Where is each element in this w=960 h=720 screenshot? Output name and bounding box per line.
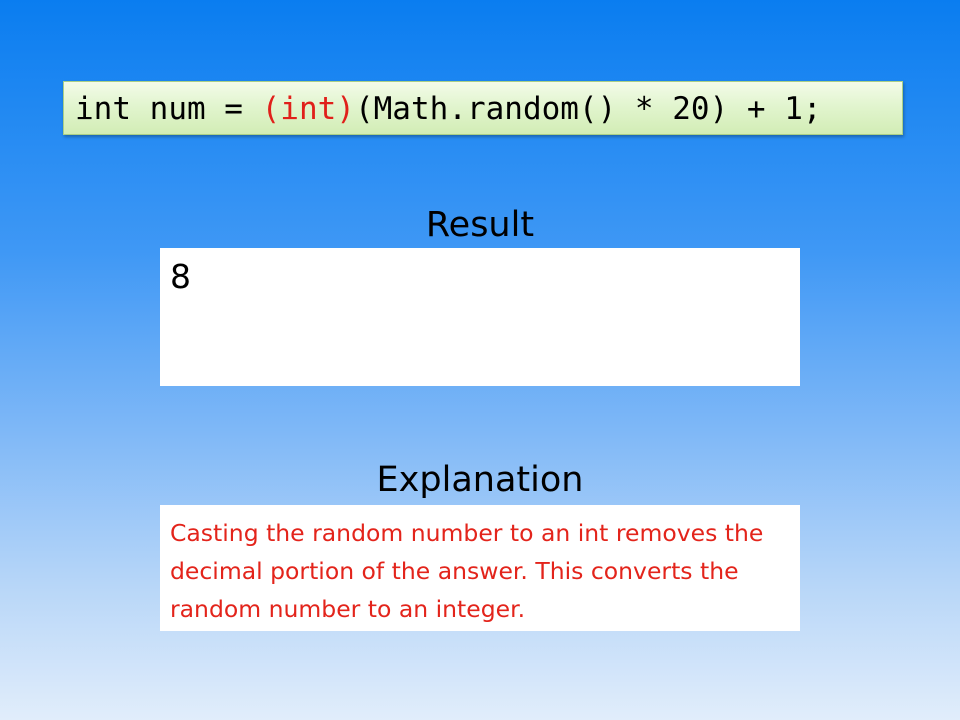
code-suffix: (Math.random() * 20) + 1;: [354, 91, 822, 127]
explanation-text: Casting the random number to an int remo…: [170, 519, 764, 623]
explanation-box: Casting the random number to an int remo…: [160, 505, 800, 631]
code-snippet: int num = (int)(Math.random() * 20) + 1;: [63, 81, 903, 135]
result-heading: Result: [425, 205, 535, 245]
code-cast-keyword: (int): [261, 91, 355, 127]
explanation-heading: Explanation: [376, 460, 584, 500]
result-box: 8: [160, 248, 800, 386]
slide: { "code": { "prefix": "int num = ", "cas…: [0, 0, 960, 720]
code-prefix: int num =: [75, 91, 262, 127]
result-value: 8: [170, 257, 191, 296]
